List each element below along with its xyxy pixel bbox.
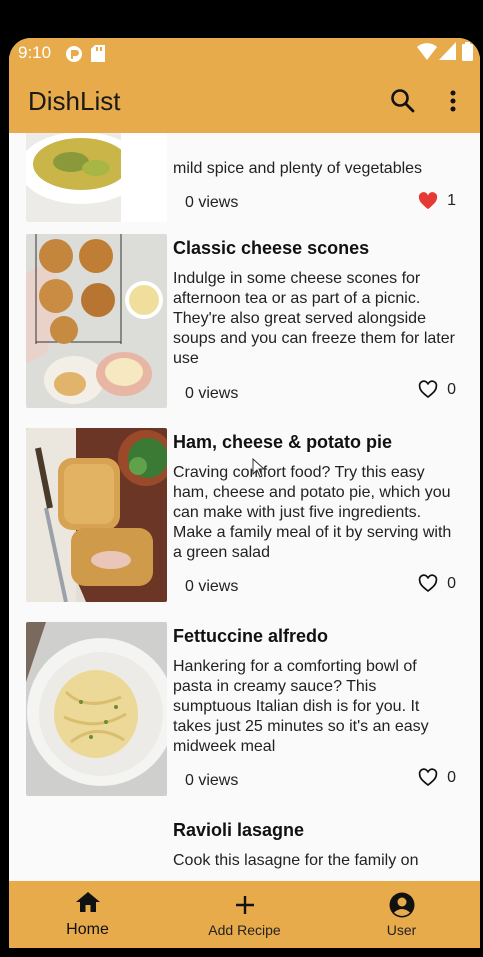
recipe-views: 0 views — [185, 578, 239, 595]
recipe-card[interactable]: Ham, cheese & potato pie Craving comfort… — [26, 428, 463, 603]
nav-home-label: Home — [66, 921, 109, 938]
like-button[interactable]: 1 — [418, 192, 456, 210]
like-button[interactable]: 0 — [418, 574, 456, 593]
recipe-description: Cook this lasagne for the family on — [173, 852, 419, 869]
app-bar: DishList — [9, 68, 480, 133]
battery-icon — [462, 42, 473, 66]
like-count: 0 — [447, 380, 456, 398]
recipe-list[interactable]: mild spice and plenty of vegetables 0 vi… — [9, 133, 480, 881]
mouse-cursor-icon — [252, 458, 266, 478]
recipe-thumbnail — [26, 133, 167, 222]
heart-outline-icon — [418, 768, 438, 787]
heart-filled-icon — [418, 192, 438, 210]
cell-signal-icon — [439, 42, 456, 65]
recipe-description: Indulge in some cheese scones for aftern… — [173, 270, 455, 367]
recipe-card[interactable]: Fettuccine alfredo Hankering for a comfo… — [26, 622, 463, 797]
recipe-title: Ham, cheese & potato pie — [173, 432, 393, 452]
recipe-thumbnail — [26, 428, 167, 602]
sd-card-icon — [91, 45, 105, 67]
home-icon — [75, 892, 100, 912]
phone-screen: 9:10 DishList mild spice and plenty of v… — [9, 38, 480, 948]
like-button[interactable]: 0 — [418, 768, 456, 787]
nav-user[interactable]: User — [323, 881, 480, 948]
nav-user-label: User — [386, 922, 417, 938]
status-bar: 9:10 — [9, 38, 480, 68]
status-time: 9:10 — [18, 43, 52, 62]
nav-add-recipe[interactable]: Add Recipe — [166, 881, 323, 948]
recipe-description: Craving comfort food? Try this easy ham,… — [173, 464, 452, 561]
recipe-thumbnail — [26, 622, 167, 796]
app-title: DishList — [28, 86, 121, 116]
search-icon — [391, 89, 415, 113]
overflow-menu-button[interactable] — [439, 87, 467, 115]
plus-icon — [235, 896, 254, 914]
account-circle-icon — [389, 892, 414, 918]
recipe-thumbnail — [26, 234, 167, 408]
more-vert-icon — [450, 90, 456, 112]
nav-add-recipe-label: Add Recipe — [208, 922, 281, 938]
notification-app-icon — [65, 45, 83, 68]
recipe-title: Fettuccine alfredo — [173, 626, 329, 646]
like-button[interactable]: 0 — [418, 380, 456, 399]
recipe-views: 0 views — [185, 772, 239, 789]
heart-outline-icon — [418, 380, 438, 399]
nav-home[interactable]: Home — [9, 881, 166, 948]
search-button[interactable] — [389, 87, 417, 115]
recipe-views: 0 views — [185, 194, 239, 211]
like-count: 0 — [447, 574, 456, 592]
like-count: 0 — [447, 768, 456, 786]
recipe-card[interactable]: Classic cheese scones Indulge in some ch… — [26, 234, 463, 409]
recipe-description: mild spice and plenty of vegetables — [173, 160, 423, 177]
bottom-navigation: Home Add Recipe User — [9, 881, 480, 948]
recipe-views: 0 views — [185, 385, 239, 402]
heart-outline-icon — [418, 574, 438, 593]
recipe-card[interactable]: mild spice and plenty of vegetables 0 vi… — [26, 133, 463, 223]
like-count: 1 — [447, 192, 456, 209]
recipe-description: Hankering for a comforting bowl of pasta… — [173, 658, 429, 755]
wifi-icon — [417, 43, 437, 65]
recipe-title: Ravioli lasagne — [173, 820, 305, 840]
recipe-card[interactable]: Ravioli lasagne Cook this lasagne for th… — [26, 816, 463, 881]
recipe-title: Classic cheese scones — [173, 238, 370, 258]
